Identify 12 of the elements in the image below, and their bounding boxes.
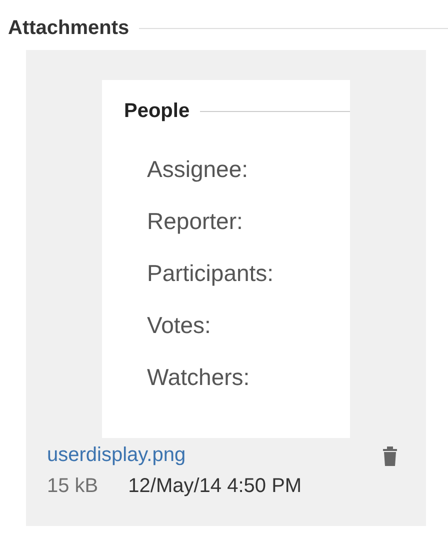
attachment-thumbnail[interactable]: People Assignee: Reporter: Participants: Votes: Watchers: <box>102 80 350 438</box>
upload-date: 12/May/14 4:50 PM <box>128 475 302 498</box>
preview-heading: People <box>124 100 190 123</box>
section-title: Attachments <box>8 16 130 40</box>
preview-field-label: Watchers: <box>147 365 251 389</box>
preview-field-label: Assignee: <box>147 157 250 181</box>
file-size: 15 kB <box>47 475 98 498</box>
preview-field-label: Votes: <box>147 313 212 337</box>
attachment-filename-link[interactable]: userdisplay.png <box>47 444 186 467</box>
trash-icon[interactable] <box>382 446 398 466</box>
preview-field-label: Reporter: <box>147 209 244 233</box>
preview-field-label: Participants: <box>147 261 275 285</box>
